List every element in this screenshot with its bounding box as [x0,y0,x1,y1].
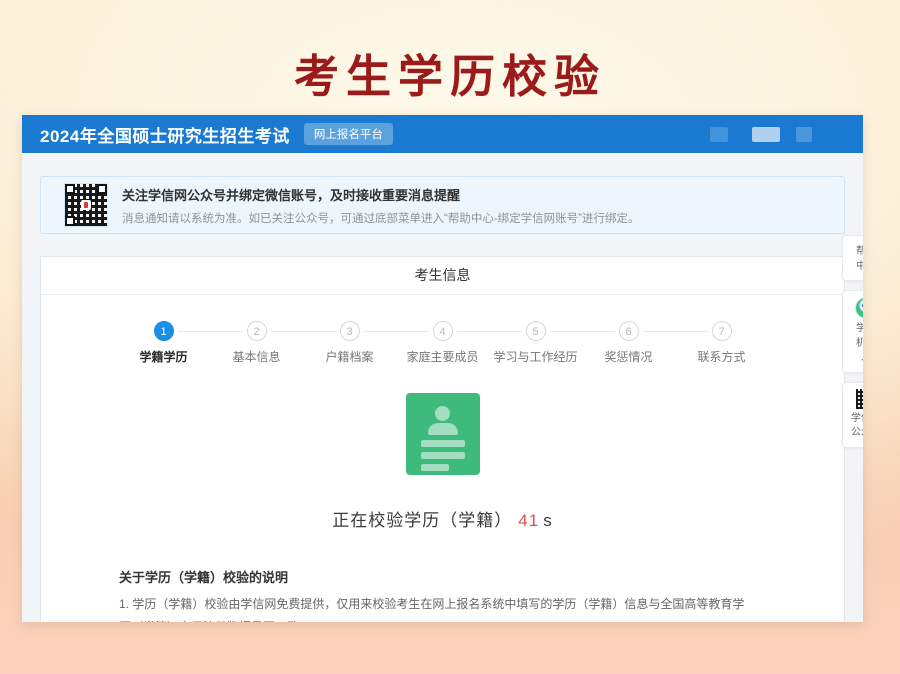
step-circle: 2 [247,321,267,341]
notice-subtitle: 消息通知请以系统为准。如已关注公众号，可通过底部菜单进入“帮助中心-绑定学信网账… [122,210,639,226]
notice-title: 关注学信网公众号并绑定微信账号，及时接收重要消息提醒 [122,185,639,204]
official-account-qr-widget[interactable]: 学信网公众号 [842,382,863,448]
robot-label: 学信机器人 [855,322,863,366]
help-center-widget[interactable]: 帮助中心 [842,235,863,281]
countdown-unit: s [543,511,553,530]
step-xueji-xueli[interactable]: 1 学籍学历 [117,321,210,365]
site-title: 2024年全国硕士研究生招生考试 [40,122,290,147]
step-label: 联系方式 [675,348,768,365]
step-circle: 7 [712,321,732,341]
step-rewards-punishments[interactable]: 6 奖惩情况 [582,321,675,365]
user-account-redacted-2[interactable] [752,127,780,142]
official-account-label: 学信网公众号 [850,412,864,441]
qrcode-icon [65,184,107,226]
wechat-binding-notice: 关注学信网公众号并绑定微信账号，及时接收重要消息提醒 消息通知请以系统为准。如已… [40,176,845,234]
step-contact-info[interactable]: 7 联系方式 [675,321,768,365]
step-circle: 3 [340,321,360,341]
robot-assistant-widget[interactable]: 学信机器人 [842,290,863,373]
candidate-info-panel: 考生信息 1 学籍学历 2 基本信息 3 户籍档案 4 家庭主要成员 5 学习与… [40,256,845,622]
user-account-redacted-3[interactable] [796,127,812,142]
browser-screenshot: 2024年全国硕士研究生招生考试 网上报名平台 关注学信网公众号并绑定微信账号，… [22,115,863,622]
id-card-icon [406,393,480,475]
step-family-members[interactable]: 4 家庭主要成员 [396,321,489,365]
step-circle: 6 [619,321,639,341]
floating-side-widgets: 帮助中心 学信机器人 学信网公众号 [842,235,863,448]
step-circle: 1 [154,321,174,341]
step-indicator: 1 学籍学历 2 基本信息 3 户籍档案 4 家庭主要成员 5 学习与工作经历 … [41,321,844,365]
robot-avatar-icon [855,297,863,319]
step-label: 基本信息 [210,348,303,365]
step-circle: 4 [433,321,453,341]
verification-notes: 关于学历（学籍）校验的说明 1. 学历（学籍）校验由学信网免费提供，仅用来校验考… [119,567,754,622]
note-item-1: 1. 学历（学籍）校验由学信网免费提供，仅用来校验考生在网上报名系统中填写的学历… [119,593,754,622]
verification-status-block: 正在校验学历（学籍） 41s [41,393,844,531]
step-circle: 5 [526,321,546,341]
step-basic-info[interactable]: 2 基本信息 [210,321,303,365]
notes-heading: 关于学历（学籍）校验的说明 [119,567,754,586]
step-label: 学习与工作经历 [489,348,582,365]
site-header: 2024年全国硕士研究生招生考试 网上报名平台 [22,115,863,153]
verification-status-text: 正在校验学历（学籍） 41s [41,506,844,531]
panel-title: 考生信息 [41,257,844,295]
countdown-value: 41 [518,511,539,530]
step-household-archive[interactable]: 3 户籍档案 [303,321,396,365]
slide-title: 考生学历校验 [0,40,900,105]
platform-badge: 网上报名平台 [304,123,393,145]
step-label: 奖惩情况 [582,348,675,365]
help-center-label: 帮助中心 [855,245,863,274]
user-account-redacted-1[interactable] [710,127,728,142]
step-study-work-experience[interactable]: 5 学习与工作经历 [489,321,582,365]
step-label: 学籍学历 [117,348,210,365]
status-label: 正在校验学历（学籍） [332,511,512,530]
step-label: 户籍档案 [303,348,396,365]
step-label: 家庭主要成员 [396,348,489,365]
qrcode-small-icon [856,389,863,409]
